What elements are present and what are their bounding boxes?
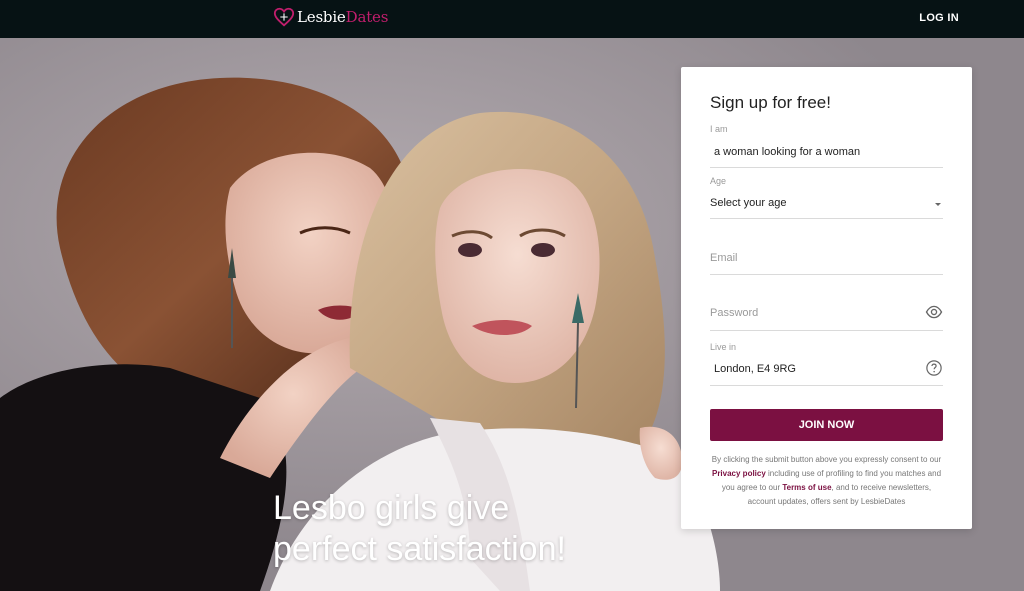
caret-down-icon[interactable] bbox=[935, 203, 941, 206]
iam-value[interactable]: a woman looking for a woman bbox=[714, 146, 860, 158]
signup-title: Sign up for free! bbox=[710, 93, 831, 112]
location-value[interactable]: London, E4 9RG bbox=[714, 363, 796, 375]
top-navigation-bar: LesbieDates LOG IN bbox=[0, 0, 1024, 38]
location-field[interactable]: Live in London, E4 9RG bbox=[710, 341, 943, 386]
email-field[interactable]: Email bbox=[710, 232, 943, 275]
terms-of-use-link[interactable]: Terms of use bbox=[782, 483, 831, 492]
password-placeholder[interactable]: Password bbox=[710, 307, 758, 319]
iam-label: I am bbox=[710, 124, 728, 134]
site-logo[interactable]: LesbieDates bbox=[273, 6, 388, 28]
logo-text: LesbieDates bbox=[297, 8, 388, 26]
consent-text: By clicking the submit button above you … bbox=[707, 453, 946, 509]
password-field[interactable]: Password bbox=[710, 287, 943, 331]
location-label: Live in bbox=[710, 342, 737, 352]
iam-field[interactable]: I am a woman looking for a woman bbox=[710, 124, 943, 168]
signup-card: Sign up for free! I am a woman looking f… bbox=[681, 67, 972, 529]
email-placeholder[interactable]: Email bbox=[710, 252, 738, 264]
question-circle-icon[interactable] bbox=[925, 359, 943, 377]
headline-line-2: perfect satisfaction! bbox=[273, 530, 566, 568]
logo-text-main: Lesbie bbox=[297, 8, 346, 26]
logo-text-accent: Dates bbox=[345, 8, 389, 26]
consent-text-pre: By clicking the submit button above you … bbox=[711, 455, 942, 464]
eye-icon[interactable] bbox=[925, 303, 943, 321]
privacy-policy-link[interactable]: Privacy policy bbox=[712, 469, 766, 478]
age-label: Age bbox=[710, 176, 727, 186]
hero-headline: Lesbo girls give perfect satisfaction! bbox=[273, 488, 566, 570]
age-select[interactable]: Age Select your age bbox=[710, 175, 943, 219]
hero-section: Lesbo girls give perfect satisfaction! S… bbox=[0, 38, 1024, 591]
headline-line-1: Lesbo girls give bbox=[273, 489, 510, 527]
login-link[interactable]: LOG IN bbox=[919, 12, 959, 24]
age-value[interactable]: Select your age bbox=[710, 197, 786, 209]
join-now-button[interactable]: JOIN NOW bbox=[710, 409, 943, 441]
heart-logo-icon bbox=[273, 7, 295, 27]
